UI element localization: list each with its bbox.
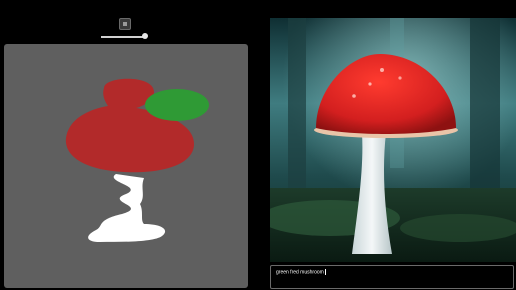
sketch-drawing [65,78,209,242]
prompt-input[interactable]: green fred mushroom [270,265,514,289]
brush-size-slider-fill [101,36,145,38]
brush-size-slider-thumb[interactable] [142,33,148,39]
sketch-canvas[interactable] [4,44,248,288]
sketch-green-spot [145,89,209,121]
prompt-input-value: green fred mushroom [276,269,324,276]
prompt-input-text[interactable]: green fred mushroom [276,269,326,275]
canvas-tool-icon-glyph [123,22,127,26]
generated-image [270,18,516,262]
generated-mushroom-image [270,18,516,262]
canvas-tool-icon[interactable] [119,18,131,30]
brush-size-slider[interactable] [101,33,149,41]
sketch-stem-stroke [88,174,166,242]
text-caret [324,269,326,275]
